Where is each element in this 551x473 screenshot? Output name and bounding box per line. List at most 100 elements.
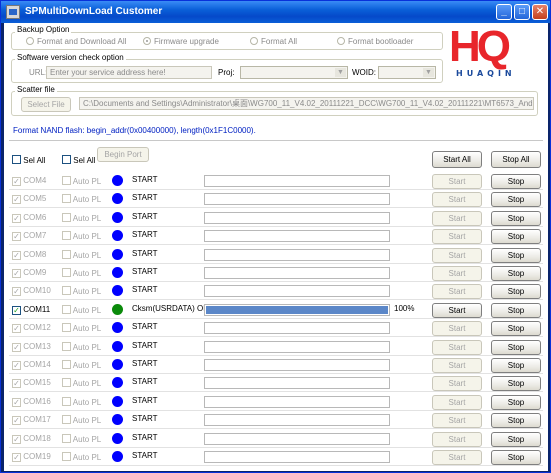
proj-dropdown[interactable]: ▼ (240, 66, 348, 79)
port-start-button[interactable]: Start (432, 192, 482, 207)
radio-format-all[interactable]: Format All (250, 37, 297, 46)
port-stop-button[interactable]: Stop (491, 303, 541, 318)
port-stop-button[interactable]: Stop (491, 192, 541, 207)
port-checkbox[interactable]: ✓ COM18 (12, 434, 51, 444)
sel-all-checkbox-2[interactable]: Sel All (62, 155, 95, 165)
radio-format-download-all[interactable]: Format and Download All (26, 37, 126, 46)
checkbox-icon: ✓ (12, 232, 21, 241)
port-start-button[interactable]: Start (432, 395, 482, 410)
port-stop-button[interactable]: Stop (491, 266, 541, 281)
checkbox-icon (62, 378, 71, 387)
port-stop-button[interactable]: Stop (491, 358, 541, 373)
port-checkbox[interactable]: ✓ COM6 (12, 213, 46, 223)
port-checkbox[interactable]: ✓ COM11 (12, 305, 50, 315)
auto-pl-checkbox[interactable]: Auto PL (62, 213, 101, 223)
port-row: ✓ COM18 Auto PL START Start Stop (4, 430, 548, 448)
port-progress-bar (204, 341, 390, 353)
checkbox-icon (62, 194, 71, 203)
title-bar[interactable]: SPMultiDownLoad Customer _ □ ✕ (1, 1, 550, 23)
auto-pl-checkbox[interactable]: Auto PL (62, 397, 101, 407)
port-stop-button[interactable]: Stop (491, 174, 541, 189)
port-start-button[interactable]: Start (432, 229, 482, 244)
auto-pl-checkbox[interactable]: Auto PL (62, 305, 101, 315)
port-start-button[interactable]: Start (432, 376, 482, 391)
auto-pl-checkbox[interactable]: Auto PL (62, 378, 101, 388)
version-check-legend: Software version check option (15, 53, 126, 62)
stop-all-button[interactable]: Stop All (491, 151, 541, 168)
port-stop-button[interactable]: Stop (491, 284, 541, 299)
status-indicator-icon (112, 322, 123, 333)
port-checkbox[interactable]: ✓ COM13 (12, 342, 51, 352)
url-input[interactable]: Enter your service address here! (46, 66, 212, 79)
port-start-button[interactable]: Start (432, 266, 482, 281)
port-progress-bar (204, 230, 390, 242)
port-row: ✓ COM8 Auto PL START Start Stop (4, 246, 548, 264)
port-start-button[interactable]: Start (432, 413, 482, 428)
port-status-text: Cksm(USRDATA) OK (132, 304, 209, 313)
port-checkbox[interactable]: ✓ COM14 (12, 360, 51, 370)
checkbox-icon: ✓ (12, 435, 21, 444)
port-stop-button[interactable]: Stop (491, 450, 541, 465)
port-checkbox[interactable]: ✓ COM17 (12, 415, 51, 425)
sel-all-checkbox-1[interactable]: Sel All (12, 155, 45, 165)
select-file-button[interactable]: Select File (21, 97, 71, 112)
port-stop-button[interactable]: Stop (491, 432, 541, 447)
auto-pl-checkbox[interactable]: Auto PL (62, 231, 101, 241)
port-checkbox[interactable]: ✓ COM5 (12, 194, 46, 204)
port-checkbox[interactable]: ✓ COM15 (12, 378, 51, 388)
woid-dropdown[interactable]: ▼ (378, 66, 436, 79)
port-checkbox[interactable]: ✓ COM7 (12, 231, 46, 241)
port-stop-button[interactable]: Stop (491, 376, 541, 391)
auto-pl-checkbox[interactable]: Auto PL (62, 434, 101, 444)
port-stop-button[interactable]: Stop (491, 340, 541, 355)
checkbox-icon: ✓ (12, 416, 21, 425)
auto-pl-checkbox[interactable]: Auto PL (62, 342, 101, 352)
port-start-button[interactable]: Start (432, 450, 482, 465)
auto-pl-checkbox[interactable]: Auto PL (62, 323, 101, 333)
radio-icon (250, 37, 258, 45)
status-indicator-icon (112, 230, 123, 241)
port-checkbox[interactable]: ✓ COM10 (12, 286, 51, 296)
begin-port-button[interactable]: Begin Port (97, 147, 149, 162)
auto-pl-checkbox[interactable]: Auto PL (62, 194, 101, 204)
port-start-button[interactable]: Start (432, 248, 482, 263)
status-indicator-icon (112, 285, 123, 296)
port-checkbox[interactable]: ✓ COM16 (12, 397, 51, 407)
close-button[interactable]: ✕ (532, 4, 548, 20)
port-start-button[interactable]: Start (432, 358, 482, 373)
port-start-button[interactable]: Start (432, 340, 482, 355)
checkbox-icon (62, 213, 71, 222)
port-start-button[interactable]: Start (432, 174, 482, 189)
auto-pl-checkbox[interactable]: Auto PL (62, 452, 101, 462)
port-start-button[interactable]: Start (432, 321, 482, 336)
port-start-button[interactable]: Start (432, 284, 482, 299)
auto-pl-checkbox[interactable]: Auto PL (62, 176, 101, 186)
woid-label: WOID: (352, 68, 376, 77)
minimize-button[interactable]: _ (496, 4, 512, 20)
auto-pl-checkbox[interactable]: Auto PL (62, 415, 101, 425)
radio-firmware-upgrade[interactable]: Firmware upgrade (143, 37, 219, 46)
port-checkbox[interactable]: ✓ COM19 (12, 452, 51, 462)
auto-pl-checkbox[interactable]: Auto PL (62, 268, 101, 278)
port-checkbox[interactable]: ✓ COM8 (12, 250, 46, 260)
port-stop-button[interactable]: Stop (491, 321, 541, 336)
radio-format-bootloader[interactable]: Format bootloader (337, 37, 413, 46)
port-stop-button[interactable]: Stop (491, 248, 541, 263)
port-stop-button[interactable]: Stop (491, 211, 541, 226)
port-stop-button[interactable]: Stop (491, 229, 541, 244)
auto-pl-checkbox[interactable]: Auto PL (62, 286, 101, 296)
port-checkbox[interactable]: ✓ COM9 (12, 268, 46, 278)
port-start-button[interactable]: Start (432, 432, 482, 447)
port-start-button[interactable]: Start (432, 303, 482, 318)
scatter-path-field[interactable]: C:\Documents and Settings\Administrator\… (79, 97, 534, 110)
port-stop-button[interactable]: Stop (491, 413, 541, 428)
maximize-button[interactable]: □ (514, 4, 530, 20)
auto-pl-checkbox[interactable]: Auto PL (62, 360, 101, 370)
port-row: ✓ COM12 Auto PL START Start Stop (4, 319, 548, 337)
auto-pl-checkbox[interactable]: Auto PL (62, 250, 101, 260)
port-start-button[interactable]: Start (432, 211, 482, 226)
port-checkbox[interactable]: ✓ COM4 (12, 176, 46, 186)
port-stop-button[interactable]: Stop (491, 395, 541, 410)
start-all-button[interactable]: Start All (432, 151, 482, 168)
port-checkbox[interactable]: ✓ COM12 (12, 323, 51, 333)
